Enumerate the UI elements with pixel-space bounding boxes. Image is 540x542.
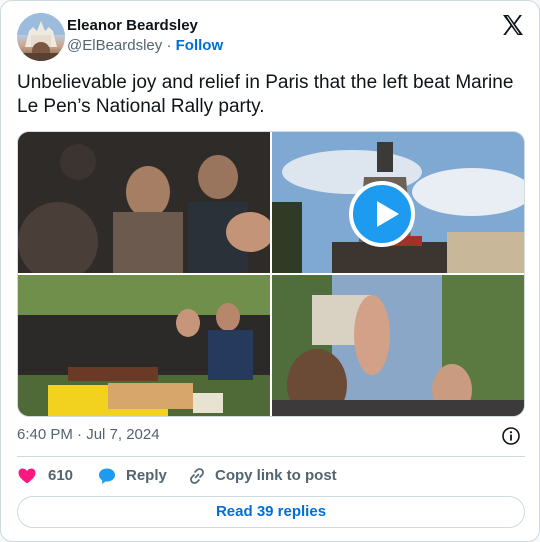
author-subline: @ElBeardsley · Follow — [67, 36, 223, 56]
photo-food-stall[interactable] — [18, 275, 270, 416]
copy-link-button[interactable]: Copy link to post — [187, 466, 337, 486]
like-count: 610 — [48, 467, 74, 484]
reply-label: Reply — [126, 467, 167, 484]
video-thumbnail[interactable] — [272, 275, 524, 416]
author-handle[interactable]: @ElBeardsley — [67, 37, 162, 54]
photo-crowd[interactable] — [18, 132, 270, 273]
avatar-photo — [17, 13, 65, 61]
author-avatar[interactable] — [17, 13, 65, 61]
tweet-header: Eleanor Beardsley @ElBeardsley · Follow — [17, 13, 525, 61]
follow-button[interactable]: Follow — [176, 37, 224, 54]
divider — [17, 456, 525, 457]
author-name[interactable]: Eleanor Beardsley — [67, 17, 223, 35]
heart-icon — [18, 468, 36, 484]
embedded-tweet-card: Eleanor Beardsley @ElBeardsley · Follow … — [0, 0, 540, 542]
author-info: Eleanor Beardsley @ElBeardsley · Follow — [67, 17, 223, 56]
reply-button[interactable]: Reply — [97, 466, 177, 486]
tweet-text: Unbelievable joy and relief in Paris tha… — [17, 72, 514, 117]
tweet-timestamp[interactable]: 6:40 PM · Jul 7, 2024 — [17, 425, 160, 445]
x-logo-icon[interactable] — [501, 13, 525, 37]
read-replies-button[interactable]: Read 39 replies — [17, 496, 525, 528]
info-icon[interactable] — [501, 426, 521, 446]
video-play-button[interactable] — [349, 181, 415, 247]
reply-bubble-icon — [99, 468, 115, 484]
copy-link-label: Copy link to post — [215, 467, 337, 484]
like-button[interactable]: 610 — [17, 466, 77, 486]
media-grid — [17, 131, 525, 417]
handle-separator: · — [162, 37, 176, 54]
link-icon — [190, 468, 204, 484]
